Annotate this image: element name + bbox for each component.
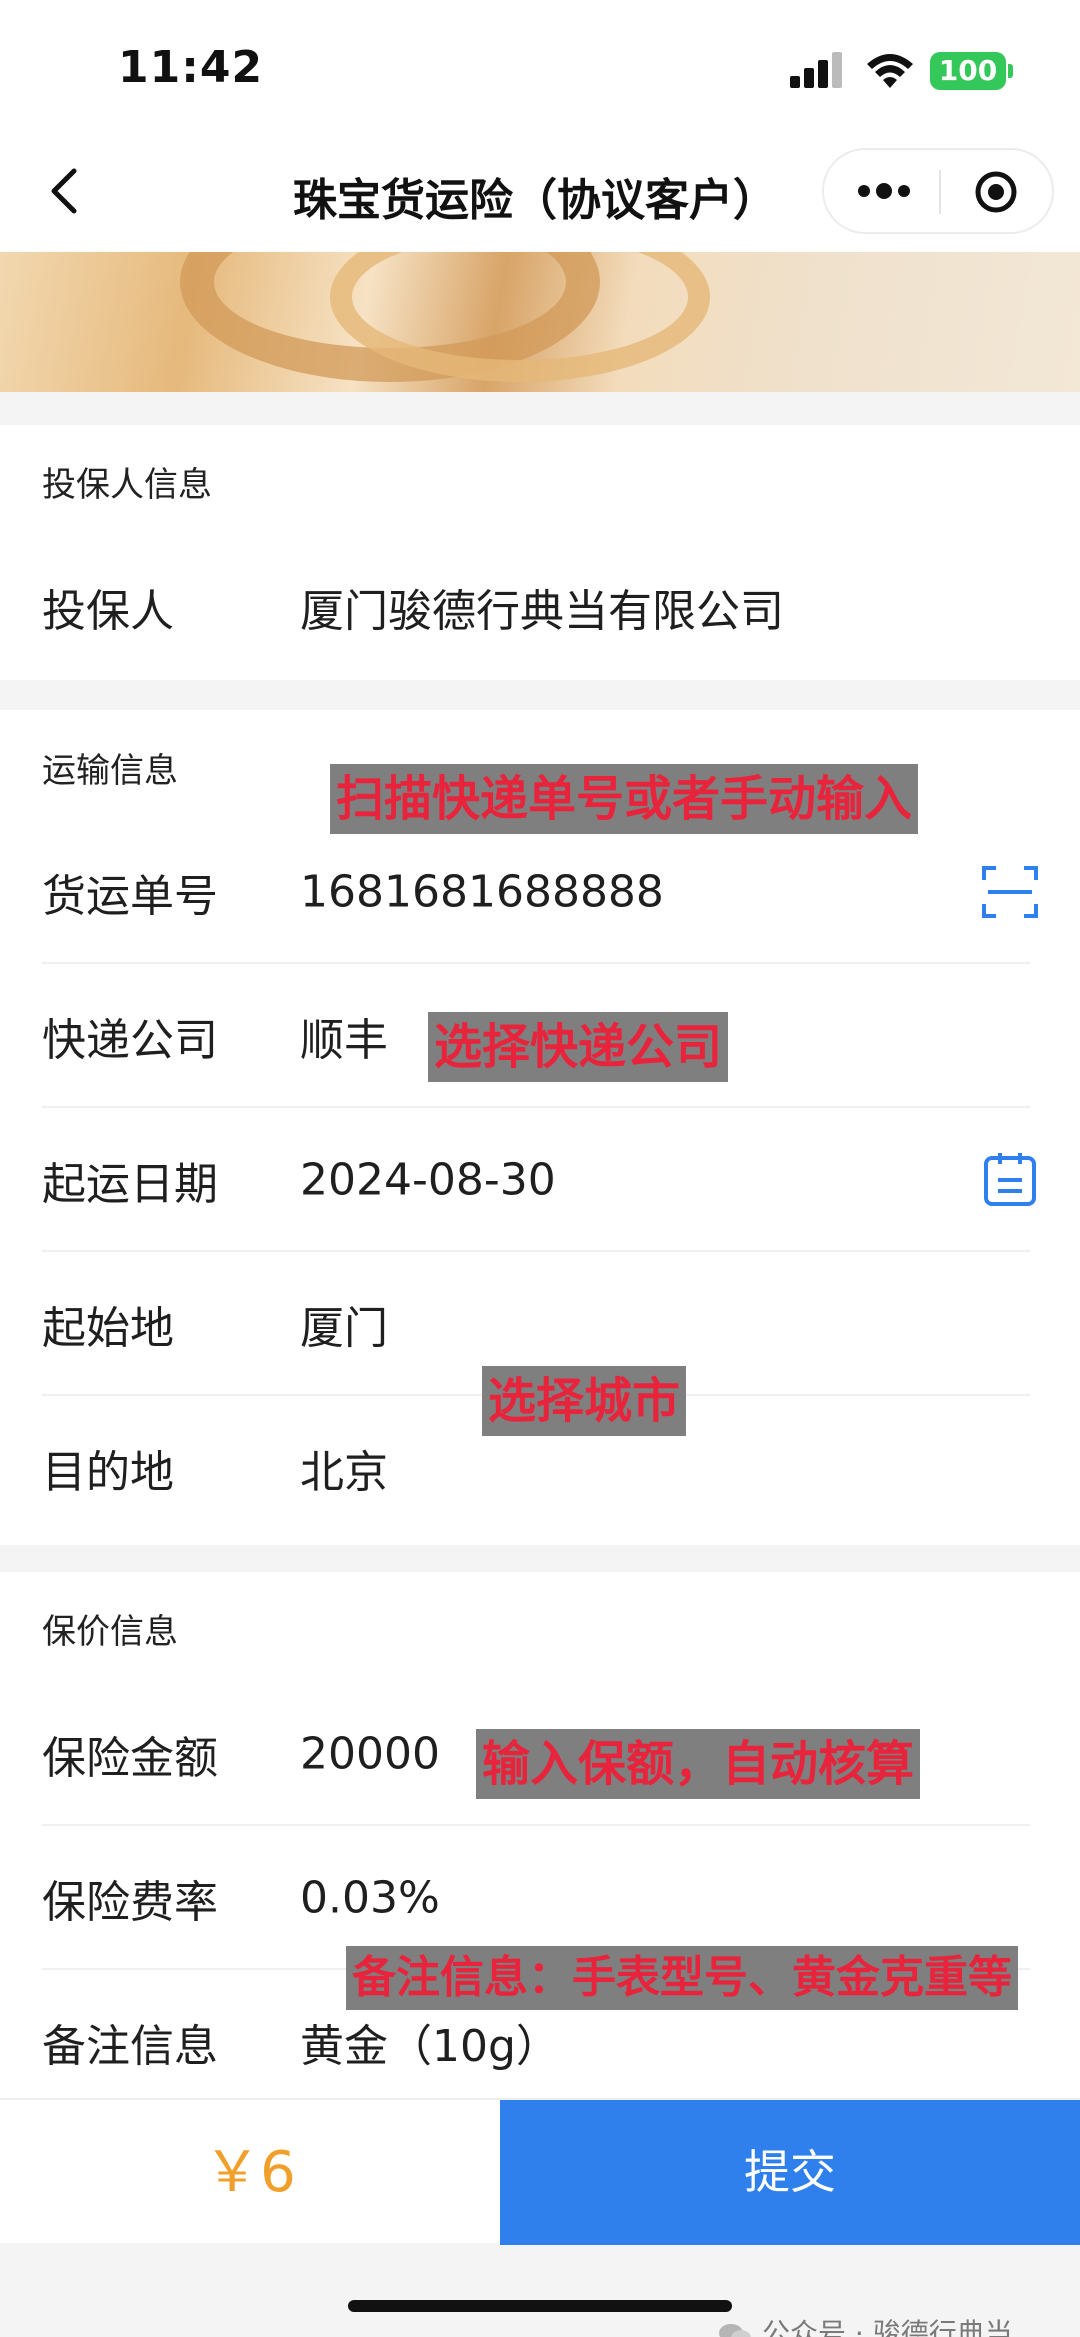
capsule-divider (939, 170, 941, 214)
applicant-name: 厦门骏德行典当有限公司 (300, 586, 784, 637)
tracking-number-input[interactable]: 1681681688888 (300, 867, 664, 918)
origin-city-select[interactable]: 厦门 (300, 1292, 388, 1356)
submit-button[interactable]: 提交 (500, 2100, 1080, 2245)
watermark: 公众号 · 骏德行典当 (718, 2312, 1013, 2337)
row-label: 起始地 (42, 1303, 174, 1354)
row-label: 投保人 (42, 586, 174, 637)
row-label: 快递公司 (42, 1015, 218, 1066)
row-label: 保险费率 (42, 1877, 218, 1928)
premium-price: ￥6 (204, 2140, 296, 2205)
row-label: 保险金额 (42, 1733, 218, 1784)
status-time: 11:42 (118, 42, 264, 93)
annotation-remark: 备注信息：手表型号、黄金克重等 (346, 1946, 1018, 2010)
scan-icon[interactable] (980, 862, 1040, 922)
cellular-signal-icon (790, 52, 844, 88)
home-indicator (348, 2300, 732, 2312)
annotation-amount: 输入保额，自动核算 (476, 1729, 921, 1799)
ship-date-picker[interactable]: 2024-08-30 (300, 1155, 556, 1206)
annotation-courier: 选择快递公司 (428, 1012, 729, 1082)
insured-amount-input[interactable]: 20000 (300, 1729, 440, 1780)
annotation-city: 选择城市 (482, 1366, 687, 1436)
close-miniprogram-icon[interactable] (974, 170, 1018, 214)
status-bar: 11:42 100 (0, 0, 1080, 130)
courier-select[interactable]: 顺丰 (300, 1004, 388, 1068)
row-applicant[interactable]: 投保人 厦门骏德行典当有限公司 (0, 535, 1080, 679)
battery-indicator: 100 (930, 52, 1013, 90)
applicant-card: 投保人信息 投保人 厦门骏德行典当有限公司 (0, 425, 1080, 680)
section-heading-insured: 保价信息 (42, 1604, 178, 1657)
row-ship-date[interactable]: 起运日期 2024-08-30 (0, 1108, 1080, 1252)
destination-city-select[interactable]: 北京 (300, 1436, 388, 1500)
bottom-action-bar: ￥6 提交 (0, 2098, 1080, 2245)
more-icon[interactable] (854, 176, 914, 206)
calendar-icon[interactable] (980, 1150, 1040, 1210)
row-label: 目的地 (42, 1447, 174, 1498)
section-heading-applicant: 投保人信息 (42, 457, 212, 510)
nav-bar: 珠宝货运险（协议客户） (0, 130, 1080, 252)
wifi-icon (867, 54, 913, 88)
watermark-text: 公众号 · 骏德行典当 (762, 2317, 1013, 2337)
row-label: 起运日期 (42, 1159, 218, 1210)
premium-rate-value: 0.03% (300, 1872, 440, 1924)
section-heading-transport: 运输信息 (42, 743, 178, 796)
remarks-input[interactable]: 黄金（10g） (300, 2010, 560, 2074)
row-tracking-number[interactable]: 货运单号 1681681688888 (0, 820, 1080, 964)
annotation-scan: 扫描快递单号或者手动输入 (330, 764, 919, 834)
insured-value-card: 保价信息 保险金额 20000 保险费率 0.03% 备注信息 黄金（10g） (0, 1572, 1080, 2098)
wechat-icon (719, 2324, 751, 2337)
row-label: 货运单号 (42, 871, 218, 922)
row-label: 备注信息 (42, 2021, 218, 2072)
miniprogram-capsule (822, 148, 1054, 234)
banner-image (0, 252, 1080, 392)
